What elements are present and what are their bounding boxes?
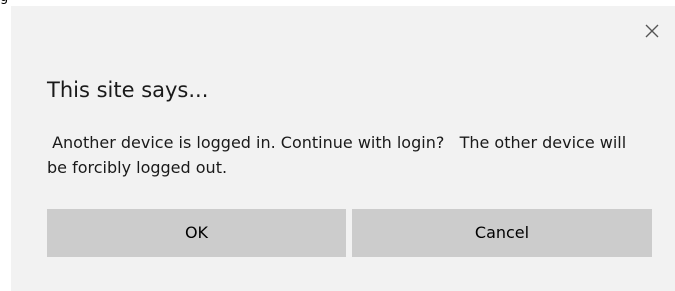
dialog-message: Another device is logged in. Continue wi… — [47, 133, 632, 177]
dialog-title: This site says... — [47, 78, 209, 102]
page: g This site says... Another device is lo… — [0, 0, 675, 291]
alert-dialog: This site says... Another device is logg… — [11, 6, 675, 291]
cancel-button[interactable]: Cancel — [352, 209, 652, 257]
ok-button[interactable]: OK — [47, 209, 346, 257]
close-button[interactable] — [641, 20, 663, 42]
close-icon — [645, 24, 659, 38]
background-text: g — [0, 0, 8, 5]
